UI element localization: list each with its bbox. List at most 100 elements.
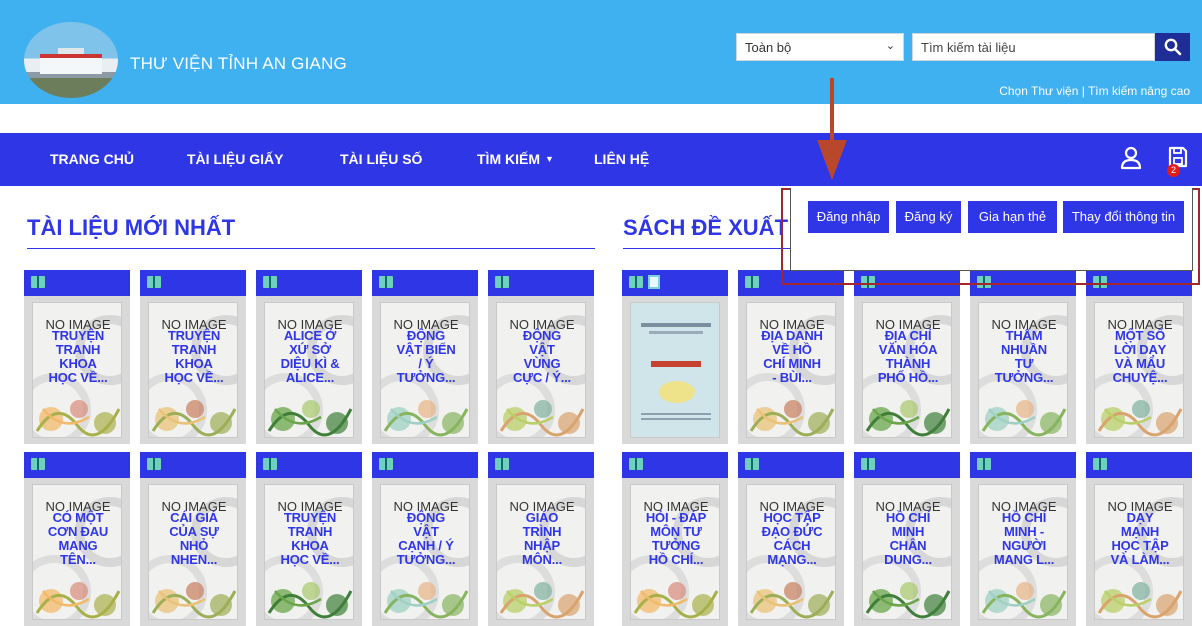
- book-title[interactable]: ĐỘNG VẬT CẠNH / Ý TƯỞNG...: [384, 511, 468, 567]
- main-nav: TRANG CHỦ TÀI LIỆU GIẤY TÀI LIỆU SỐ TÌM …: [0, 133, 1202, 186]
- book-cover[interactable]: NO IMAGE TRUYỆN TRANH KHOA HỌC VỀ...: [32, 302, 122, 438]
- book-title[interactable]: HỒ CHÍ MINH - NGƯỜI MANG L...: [982, 511, 1066, 567]
- book-card[interactable]: NO IMAGE MỘT SỐ LỜI DẠY VÀ MẨU CHUYỆ...: [1086, 270, 1192, 444]
- book-title[interactable]: CÁI GIÁ CỦA SỰ NHỎ NHEN...: [152, 511, 236, 567]
- nav-item-search-label: TÌM KIẾM: [477, 151, 540, 167]
- user-icon[interactable]: [1120, 146, 1142, 170]
- card-header: [622, 270, 728, 296]
- cover-decoration: [633, 582, 719, 619]
- book-title[interactable]: TRUYỆN TRANH KHOA HỌC VỀ...: [36, 329, 120, 385]
- book-title[interactable]: ĐỊA DANH VỀ HỒ CHÍ MINH - BÙI...: [750, 329, 834, 385]
- cover-decoration: [865, 582, 951, 619]
- book-icon: [495, 276, 509, 288]
- header-links[interactable]: Chọn Thư viện | Tìm kiếm nâng cao: [999, 84, 1190, 98]
- book-title[interactable]: TRUYỆN TRANH KHOA HỌC VỀ...: [268, 511, 352, 567]
- book-card[interactable]: NO IMAGE HỎI - ĐÁP MÔN TƯ TƯỞNG HỒ CHÍ...: [622, 452, 728, 626]
- site-title[interactable]: THƯ VIỆN TỈNH AN GIANG: [130, 54, 347, 74]
- book-card[interactable]: NO IMAGE GIÁO TRÌNH NHẬP MÔN...: [488, 452, 594, 626]
- book-cover[interactable]: NO IMAGE HỒ CHÍ MINH - NGƯỜI MANG L...: [978, 484, 1068, 620]
- book-cover[interactable]: NO IMAGE HỌC TẬP ĐẠO ĐỨC CÁCH MẠNG...: [746, 484, 836, 620]
- book-cover[interactable]: NO IMAGE ĐỊA CHỈ VĂN HÓA THÀNH PHỐ HỒ...: [862, 302, 952, 438]
- book-title-line: VẬT: [413, 524, 439, 539]
- book-title[interactable]: ĐỘNG VẬT BIỂN / Ý TƯỞNG...: [384, 329, 468, 385]
- cart-count-badge: 2: [1167, 164, 1180, 177]
- nav-item-search[interactable]: TÌM KIẾM ▼: [477, 151, 554, 167]
- book-cover[interactable]: NO IMAGE ĐỘNG VẬT BIỂN / Ý TƯỞNG...: [380, 302, 470, 438]
- nav-item-home[interactable]: TRANG CHỦ: [50, 151, 134, 167]
- book-card[interactable]: NO IMAGE ĐỊA DANH VỀ HỒ CHÍ MINH - BÙI...: [738, 270, 844, 444]
- cover-decoration: [35, 582, 121, 619]
- card-header: [970, 452, 1076, 478]
- login-button[interactable]: Đăng nhập: [808, 201, 889, 233]
- book-card[interactable]: NO IMAGE TRUYỆN TRANH KHOA HỌC VỀ...: [24, 270, 130, 444]
- book-title[interactable]: MỘT SỐ LỜI DẠY VÀ MẨU CHUYỆ...: [1098, 329, 1182, 385]
- book-card[interactable]: NO IMAGE ĐỘNG VẬT CẠNH / Ý TƯỞNG...: [372, 452, 478, 626]
- book-title[interactable]: HỌC TẬP ĐẠO ĐỨC CÁCH MẠNG...: [750, 511, 834, 567]
- book-title-line: CHÍ MINH: [763, 356, 821, 371]
- book-cover[interactable]: NO IMAGE HỎI - ĐÁP MÔN TƯ TƯỞNG HỒ CHÍ...: [630, 484, 720, 620]
- nav-item-print-documents[interactable]: TÀI LIỆU GIẤY: [187, 151, 283, 167]
- book-title-line: DUNG...: [884, 552, 932, 567]
- book-cover[interactable]: NO IMAGE TRUYỆN TRANH KHOA HỌC VỀ...: [148, 302, 238, 438]
- book-icon: [147, 276, 161, 288]
- book-title[interactable]: CÓ MỘT CƠN ĐAU MANG TÊN...: [36, 511, 120, 567]
- book-card[interactable]: [622, 270, 728, 444]
- book-title[interactable]: THẤM NHUẦN TƯ TƯỞNG...: [982, 329, 1066, 385]
- book-title-line: CỦA SỰ: [169, 524, 219, 539]
- book-cover[interactable]: NO IMAGE ĐỊA DANH VỀ HỒ CHÍ MINH - BÙI...: [746, 302, 836, 438]
- book-cover[interactable]: NO IMAGE CÁI GIÁ CỦA SỰ NHỎ NHEN...: [148, 484, 238, 620]
- book-card[interactable]: NO IMAGE TRUYỆN TRANH KHOA HỌC VỀ...: [256, 452, 362, 626]
- book-cover[interactable]: NO IMAGE DẠY MẠNH HỌC TẬP VÀ LÀM...: [1094, 484, 1184, 620]
- update-info-button[interactable]: Thay đổi thông tin: [1063, 201, 1184, 233]
- card-header: [1086, 452, 1192, 478]
- library-logo[interactable]: [24, 22, 118, 98]
- book-cover[interactable]: NO IMAGE ĐỘNG VẬT CẠNH / Ý TƯỞNG...: [380, 484, 470, 620]
- book-cover[interactable]: NO IMAGE CÓ MỘT CƠN ĐAU MANG TÊN...: [32, 484, 122, 620]
- book-title[interactable]: ĐỘNG VẬT VÙNG CỰC / Ý...: [500, 329, 584, 385]
- book-cover[interactable]: NO IMAGE HỒ CHÍ MINH CHÂN DUNG...: [862, 484, 952, 620]
- book-title[interactable]: ĐỊA CHỈ VĂN HÓA THÀNH PHỐ HỒ...: [866, 329, 950, 385]
- book-title[interactable]: DẠY MẠNH HỌC TẬP VÀ LÀM...: [1098, 511, 1182, 567]
- book-card[interactable]: NO IMAGE HỒ CHÍ MINH CHÂN DUNG...: [854, 452, 960, 626]
- book-title[interactable]: TRUYỆN TRANH KHOA HỌC VỀ...: [152, 329, 236, 385]
- book-title-line: NHUẦN: [1001, 342, 1047, 357]
- book-title[interactable]: HỒ CHÍ MINH CHÂN DUNG...: [866, 511, 950, 567]
- book-card[interactable]: NO IMAGE THẤM NHUẦN TƯ TƯỞNG...: [970, 270, 1076, 444]
- book-title-line: - BÙI...: [772, 370, 812, 385]
- book-card[interactable]: NO IMAGE HỌC TẬP ĐẠO ĐỨC CÁCH MẠNG...: [738, 452, 844, 626]
- book-card[interactable]: NO IMAGE ĐỘNG VẬT VÙNG CỰC / Ý...: [488, 270, 594, 444]
- book-cover[interactable]: NO IMAGE GIÁO TRÌNH NHẬP MÔN...: [496, 484, 586, 620]
- book-cover[interactable]: NO IMAGE THẤM NHUẦN TƯ TƯỞNG...: [978, 302, 1068, 438]
- book-cover[interactable]: NO IMAGE TRUYỆN TRANH KHOA HỌC VỀ...: [264, 484, 354, 620]
- search-scope-select[interactable]: Toàn bộ ⌄: [736, 33, 904, 61]
- book-title[interactable]: HỎI - ĐÁP MÔN TƯ TƯỞNG HỒ CHÍ...: [634, 511, 718, 567]
- book-title[interactable]: GIÁO TRÌNH NHẬP MÔN...: [500, 511, 584, 567]
- book-title-line: MỘT SỐ: [1114, 328, 1166, 343]
- book-title-line: HỌC VỀ...: [280, 552, 340, 567]
- nav-item-digital-documents[interactable]: TÀI LIỆU SỐ: [340, 151, 422, 167]
- book-cover[interactable]: NO IMAGE ĐỘNG VẬT VÙNG CỰC / Ý...: [496, 302, 586, 438]
- search-input[interactable]: [912, 33, 1155, 61]
- book-title-line: NGƯỜI: [1002, 538, 1046, 553]
- book-card[interactable]: NO IMAGE ALICE Ở XỨ SỞ DIỆU KÌ & ALICE...: [256, 270, 362, 444]
- book-title[interactable]: ALICE Ở XỨ SỞ DIỆU KÌ & ALICE...: [268, 329, 352, 385]
- nav-item-contact[interactable]: LIÊN HỆ: [594, 151, 649, 167]
- book-cover[interactable]: NO IMAGE MỘT SỐ LỜI DẠY VÀ MẨU CHUYỆ...: [1094, 302, 1184, 438]
- book-card[interactable]: NO IMAGE HỒ CHÍ MINH - NGƯỜI MANG L...: [970, 452, 1076, 626]
- book-cover[interactable]: NO IMAGE ALICE Ở XỨ SỞ DIỆU KÌ & ALICE...: [264, 302, 354, 438]
- book-card[interactable]: NO IMAGE ĐỘNG VẬT BIỂN / Ý TƯỞNG...: [372, 270, 478, 444]
- book-title-line: TRANH: [55, 342, 101, 357]
- book-title-line: TRUYỆN: [51, 328, 105, 343]
- book-card[interactable]: NO IMAGE DẠY MẠNH HỌC TẬP VÀ LÀM...: [1086, 452, 1192, 626]
- book-card[interactable]: NO IMAGE ĐỊA CHỈ VĂN HÓA THÀNH PHỐ HỒ...: [854, 270, 960, 444]
- renew-card-button[interactable]: Gia hạn thẻ: [968, 201, 1057, 233]
- book-cover-image[interactable]: [630, 302, 720, 438]
- cover-decoration: [151, 400, 237, 437]
- card-header: [738, 452, 844, 478]
- search-button[interactable]: [1155, 33, 1190, 61]
- book-card[interactable]: NO IMAGE TRUYỆN TRANH KHOA HỌC VỀ...: [140, 270, 246, 444]
- register-button[interactable]: Đăng ký: [896, 201, 961, 233]
- book-card[interactable]: NO IMAGE CÓ MỘT CƠN ĐAU MANG TÊN...: [24, 452, 130, 626]
- book-title-line: HỒ CHÍ...: [648, 552, 704, 567]
- book-card[interactable]: NO IMAGE CÁI GIÁ CỦA SỰ NHỎ NHEN...: [140, 452, 246, 626]
